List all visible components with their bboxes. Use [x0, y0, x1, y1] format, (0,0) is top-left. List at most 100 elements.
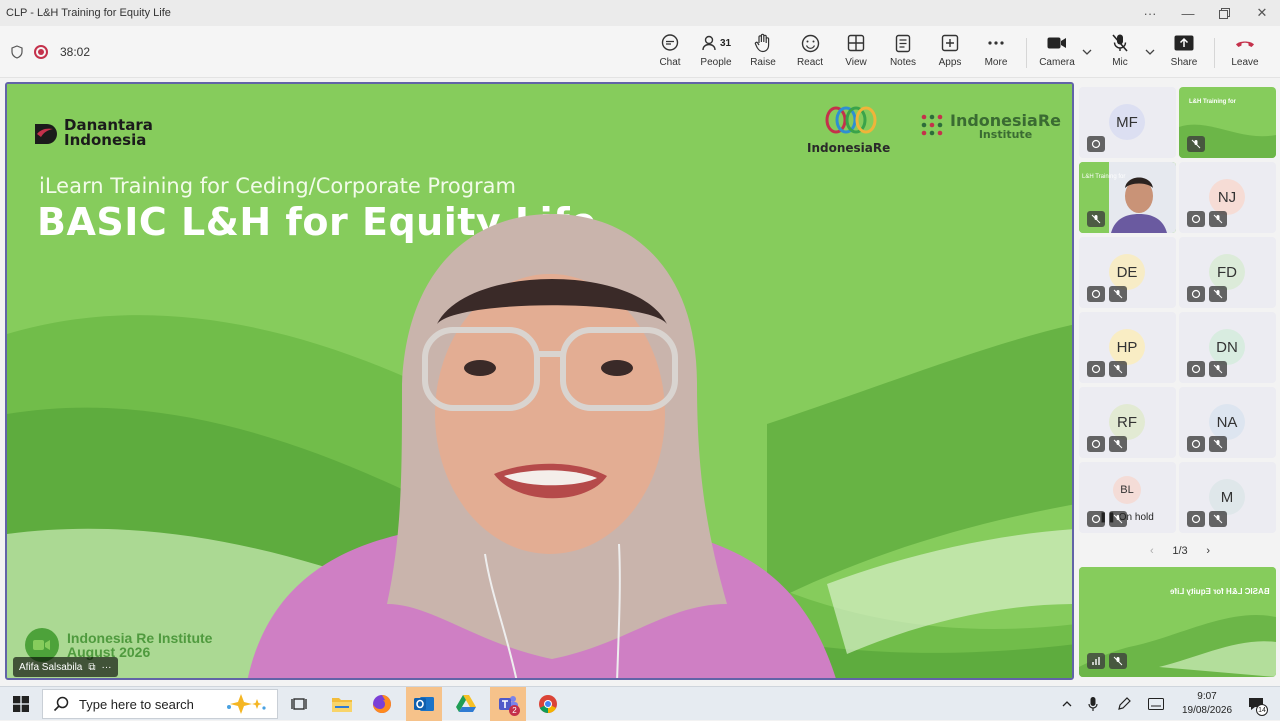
hand-status-icon [1187, 511, 1205, 527]
teams-badge: 2 [509, 705, 520, 716]
restore-icon[interactable] [1206, 0, 1242, 26]
title-bar: CLP - L&H Training for Equity Life ··· —… [0, 0, 1280, 26]
mic-off-icon [1209, 211, 1227, 227]
windows-start-icon[interactable] [6, 687, 36, 721]
mic-off-icon [1109, 361, 1127, 377]
participant-tile[interactable]: M [1179, 462, 1276, 533]
microphone-tray-icon[interactable] [1082, 687, 1104, 721]
teams-icon[interactable]: 2 [490, 687, 526, 721]
notes-button[interactable]: Notes [878, 32, 928, 74]
share-button[interactable]: Share [1159, 32, 1209, 74]
presenter-video [247, 214, 836, 678]
thumb-title: L&H Training for [1082, 174, 1126, 180]
notifications-icon[interactable]: 14 [1242, 687, 1270, 721]
mic-options-chevron-icon[interactable] [1144, 46, 1156, 58]
raise-hand-button[interactable]: Raise [738, 32, 788, 74]
share-label: Share [1170, 57, 1198, 68]
notification-count: 14 [1256, 704, 1268, 716]
more-button[interactable]: More [971, 32, 1021, 74]
recording-icon [34, 45, 48, 59]
avatar: FD [1209, 254, 1245, 290]
more-label: More [984, 57, 1008, 68]
hand-status-icon [1187, 211, 1205, 227]
camera-label: Camera [1039, 57, 1075, 68]
window-title: CLP - L&H Training for Equity Life [6, 7, 171, 19]
on-hold-status: ❚❚ On hold [1099, 512, 1154, 523]
ellipsis-icon [988, 41, 1004, 45]
participant-tile[interactable]: HP [1079, 312, 1176, 383]
main-video-stage[interactable]: Danantara Indonesia IndonesiaRe Indonesia… [5, 82, 1074, 680]
avatar: RF [1109, 404, 1145, 440]
notes-icon [895, 34, 911, 52]
mic-off-icon [1109, 286, 1127, 302]
sparkle-icon [227, 694, 266, 714]
search-placeholder: Type here to search [79, 696, 194, 712]
hand-status-icon [1087, 361, 1105, 377]
smiley-icon [801, 34, 819, 52]
outlook-icon[interactable] [406, 687, 442, 721]
hand-icon [754, 33, 770, 53]
speaker-name-chip: Afifa Salsabila ⧉ ··· [13, 657, 118, 677]
view-label: View [845, 57, 867, 68]
people-icon [702, 35, 716, 51]
hand-status-icon [1187, 286, 1205, 302]
clock-date: 19/08/2026 [1181, 705, 1233, 716]
hand-status-icon [1187, 436, 1205, 452]
meeting-toolbar: 38:02 Chat 31 People Raise React View No… [0, 26, 1280, 78]
gallery-pager: ‹ 1/3 › [1150, 542, 1210, 560]
signal-icon [1087, 653, 1105, 669]
mic-button[interactable]: Mic [1095, 32, 1145, 74]
taskbar-search-box[interactable]: Type here to search [42, 689, 278, 719]
minimize-icon[interactable]: — [1170, 0, 1206, 26]
next-page-chevron-icon[interactable]: › [1206, 545, 1210, 557]
hand-status-icon [1187, 361, 1205, 377]
self-view-preview[interactable]: BASIC L&H for Equity Life [1079, 567, 1276, 677]
participant-tile[interactable]: L&H Training for [1179, 87, 1276, 158]
participant-tile[interactable]: FD [1179, 237, 1276, 308]
camera-options-chevron-icon[interactable] [1081, 46, 1093, 58]
previous-page-chevron-icon[interactable]: ‹ [1150, 545, 1154, 557]
pen-tray-icon[interactable] [1112, 687, 1136, 721]
participant-tile[interactable]: NJ [1179, 162, 1276, 233]
close-icon[interactable]: ✕ [1244, 0, 1280, 26]
more-options-icon[interactable]: ··· [1132, 0, 1168, 26]
hang-up-icon [1236, 41, 1254, 47]
firefox-icon[interactable] [366, 687, 398, 721]
participant-tile[interactable]: RF [1079, 387, 1176, 458]
raise-label: Raise [750, 57, 776, 68]
view-button[interactable]: View [831, 32, 881, 74]
meeting-timer: 38:02 [60, 45, 91, 59]
share-icon [1174, 35, 1194, 51]
react-label: React [796, 57, 824, 68]
google-drive-icon[interactable] [450, 687, 482, 721]
mic-off-icon [1209, 511, 1227, 527]
apps-button[interactable]: Apps [925, 32, 975, 74]
keyboard-tray-icon[interactable] [1144, 687, 1168, 721]
participant-options-icon[interactable]: ··· [102, 662, 112, 673]
file-explorer-icon[interactable] [326, 687, 358, 721]
avatar: HP [1109, 329, 1145, 365]
participant-tile[interactable]: DN [1179, 312, 1276, 383]
toolbar-divider [1214, 38, 1215, 68]
participant-tile[interactable]: NA [1179, 387, 1276, 458]
mic-off-icon [1209, 436, 1227, 452]
react-button[interactable]: React [785, 32, 835, 74]
show-hidden-icons-chevron-icon[interactable] [1056, 687, 1078, 721]
muted-participant-icon [1087, 136, 1105, 152]
mic-off-icon [1187, 136, 1205, 152]
camera-button[interactable]: Camera [1032, 32, 1082, 74]
participant-tile[interactable]: MF [1079, 87, 1176, 158]
taskbar-clock[interactable]: 9:07 19/08/2026 [1176, 690, 1238, 718]
apps-plus-icon [941, 34, 959, 52]
chrome-icon[interactable] [532, 687, 564, 721]
clock-time: 9:07 [1197, 691, 1217, 702]
chat-icon [661, 34, 679, 51]
leave-button[interactable]: Leave [1220, 32, 1270, 74]
people-button[interactable]: 31 People [691, 32, 741, 74]
task-view-icon[interactable] [286, 687, 312, 721]
mic-off-icon [1209, 361, 1227, 377]
chat-button[interactable]: Chat [645, 32, 695, 74]
participant-tile[interactable]: BL ❚❚ On hold [1079, 462, 1176, 533]
participant-tile[interactable]: L&H Training for [1079, 162, 1176, 233]
participant-tile[interactable]: DE [1079, 237, 1176, 308]
